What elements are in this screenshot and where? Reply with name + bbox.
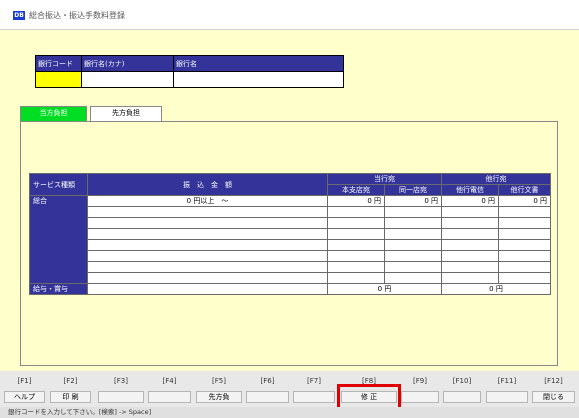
f6-label[interactable] [246, 391, 289, 403]
f10-key: [F10] [452, 377, 472, 385]
f5-other-burden-button[interactable]: [F5] 先方負 [195, 371, 243, 405]
f2-label[interactable]: 印 刷 [50, 391, 91, 403]
fee-cell-telegraph[interactable]: 0 円 [441, 195, 499, 207]
f5-key: [F5] [212, 377, 226, 385]
window-title: 総合振込・振込手数料登録 [29, 11, 125, 20]
service-type-header: サービス種類 [29, 173, 88, 196]
fee-cell-branch[interactable]: 0 円 [327, 195, 385, 207]
f3-label[interactable] [98, 391, 144, 403]
f6-key: [F6] [260, 377, 275, 385]
table-row [30, 228, 551, 240]
sub-header-branch: 本支店宛 [327, 184, 385, 196]
f11-button[interactable]: [F11] [485, 371, 529, 405]
bank-name-field [173, 71, 344, 88]
f4-key: [F4] [162, 377, 177, 385]
tab-other-burden[interactable]: 先方負担 [90, 106, 162, 121]
status-bar: 銀行コードを入力して下さい。[検索] -> Space] [0, 407, 579, 418]
f9-button[interactable]: [F9] [400, 371, 440, 405]
sub-header-telegraph: 他行電信 [441, 184, 499, 196]
f4-label[interactable] [148, 391, 191, 403]
f7-label[interactable] [293, 391, 335, 403]
tab-own-burden[interactable]: 当方負担 [20, 106, 87, 121]
f9-label[interactable] [401, 391, 439, 403]
f7-button[interactable]: [F7] [292, 371, 336, 405]
table-row [30, 261, 551, 273]
amount-header: 振 込 金 額 [87, 173, 328, 196]
f12-label[interactable]: 閉じる [532, 391, 575, 403]
row-label-salary: 給与・賞与 [29, 283, 88, 295]
bank-code-header: 銀行コード [35, 55, 82, 72]
own-bank-header: 当行宛 [327, 173, 442, 185]
app-icon: DB [13, 11, 25, 20]
f12-key: [F12] [544, 377, 563, 385]
f4-button[interactable]: [F4] [147, 371, 192, 405]
table-row [30, 206, 551, 218]
fee-cell-same-branch[interactable]: 0 円 [384, 195, 442, 207]
f10-label[interactable] [443, 391, 481, 403]
fee-table: サービス種類 振 込 金 額 当行宛 他行宛 本支店宛 同一店宛 他行電信 他行… [29, 173, 551, 295]
f2-print-button[interactable]: [F2] 印 刷 [49, 371, 92, 405]
title-bar: DB 総合振込・振込手数料登録 [0, 0, 579, 30]
table-row [30, 272, 551, 284]
amount-cell[interactable]: 0 円以上 ～ [87, 195, 328, 207]
tab-panel: サービス種類 振 込 金 額 当行宛 他行宛 本支店宛 同一店宛 他行電信 他行… [20, 121, 558, 366]
table-row [30, 250, 551, 262]
f9-key: [F9] [413, 377, 427, 385]
f3-key: [F3] [114, 377, 128, 385]
fee-cell-document[interactable]: 0 円 [498, 195, 551, 207]
sub-header-same-branch: 同一店宛 [384, 184, 442, 196]
salary-other-fee[interactable]: 0 円 [441, 283, 551, 295]
other-bank-header: 他行宛 [441, 173, 551, 185]
table-row [30, 217, 551, 229]
bank-header-table: 銀行コード 銀行名(カナ) 銀行名 [35, 55, 344, 88]
f10-button[interactable]: [F10] [442, 371, 482, 405]
f6-button[interactable]: [F6] [245, 371, 290, 405]
client-area: 銀行コード 銀行名(カナ) 銀行名 当方負担 先方負担 サービス種類 振 込 金… [0, 30, 579, 371]
salary-own-fee[interactable]: 0 円 [327, 283, 442, 295]
f1-key: [F1] [17, 377, 32, 385]
f1-label[interactable]: ヘルプ [4, 391, 45, 403]
f7-key: [F7] [307, 377, 321, 385]
f11-label[interactable] [486, 391, 528, 403]
f11-key: [F11] [497, 377, 517, 385]
f5-label[interactable]: 先方負 [196, 391, 242, 403]
function-key-bar: [F1] ヘルプ [F2] 印 刷 [F3] [F4] [F5] 先方負 [F6… [0, 371, 579, 407]
bank-code-input[interactable] [35, 71, 82, 88]
f12-close-button[interactable]: [F12] 閉じる [531, 371, 576, 405]
f2-key: [F2] [63, 377, 78, 385]
sub-header-document: 他行文書 [498, 184, 551, 196]
f1-help-button[interactable]: [F1] ヘルプ [3, 371, 46, 405]
bank-name-header: 銀行名 [173, 55, 344, 72]
bank-kana-field [81, 71, 174, 88]
row-label-general: 総合 [29, 195, 88, 284]
bank-kana-header: 銀行名(カナ) [81, 55, 174, 72]
f3-button[interactable]: [F3] [97, 371, 145, 405]
table-row [30, 239, 551, 251]
